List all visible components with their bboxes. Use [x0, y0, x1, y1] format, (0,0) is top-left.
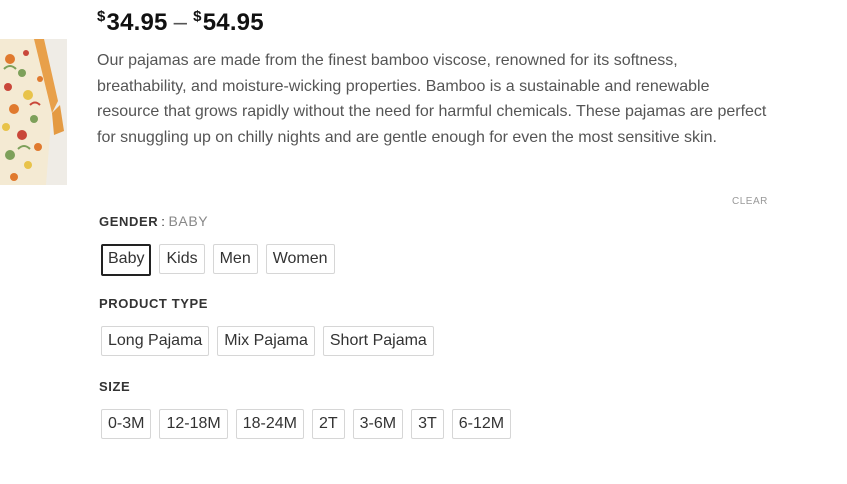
- size-option-12-18m[interactable]: 12-18M: [159, 409, 228, 439]
- size-option-2t[interactable]: 2T: [311, 409, 345, 439]
- gender-label: GENDER: [99, 214, 159, 229]
- gender-option-kids[interactable]: Kids: [159, 244, 205, 274]
- type-option-long-pajama[interactable]: Long Pajama: [101, 326, 210, 356]
- price-separator: –: [173, 9, 188, 36]
- gender-options: Baby Kids Men Women: [101, 244, 335, 276]
- price-min: 34.95: [106, 9, 168, 36]
- size-attribute: SIZE 0-3M 12-18M 18-24M 2T 3-6M 3T 6-12M: [99, 379, 512, 439]
- gender-option-men[interactable]: Men: [212, 244, 258, 274]
- size-options: 0-3M 12-18M 18-24M 2T 3-6M 3T 6-12M: [101, 409, 512, 439]
- size-option-3t[interactable]: 3T: [411, 409, 444, 439]
- product-thumbnail[interactable]: [0, 39, 67, 185]
- product-description: Our pajamas are made from the finest bam…: [97, 52, 767, 146]
- product-details: $34.95– $54.95 Our pajamas are made from …: [0, 0, 847, 484]
- gender-option-women[interactable]: Women: [265, 244, 335, 274]
- size-label: SIZE: [99, 379, 131, 394]
- type-option-short-pajama[interactable]: Short Pajama: [322, 326, 434, 356]
- gender-label-separator: :: [161, 214, 166, 229]
- size-option-18-24m[interactable]: 18-24M: [235, 409, 304, 439]
- type-option-mix-pajama[interactable]: Mix Pajama: [217, 326, 315, 356]
- size-option-0-3m[interactable]: 0-3M: [101, 409, 152, 439]
- product-image: [0, 39, 67, 185]
- product-type-attribute: PRODUCT TYPE Long Pajama Mix Pajama Shor…: [99, 296, 434, 356]
- gender-label-row: GENDER: BABY: [99, 213, 335, 229]
- size-option-6-12m[interactable]: 6-12M: [451, 409, 512, 439]
- gender-selected-value: BABY: [168, 213, 209, 229]
- gender-attribute: GENDER: BABY Baby Kids Men Women: [99, 213, 335, 276]
- price-range: $34.95– $54.95: [97, 8, 264, 37]
- product-type-label: PRODUCT TYPE: [99, 296, 209, 311]
- size-option-3-6m[interactable]: 3-6M: [352, 409, 404, 439]
- currency-symbol-max: $: [193, 8, 202, 25]
- currency-symbol-min: $: [97, 8, 106, 25]
- gender-option-baby[interactable]: Baby: [101, 244, 152, 276]
- price-max: 54.95: [202, 9, 264, 36]
- clear-selection-link[interactable]: CLEAR: [732, 196, 768, 207]
- product-type-options: Long Pajama Mix Pajama Short Pajama: [101, 326, 434, 356]
